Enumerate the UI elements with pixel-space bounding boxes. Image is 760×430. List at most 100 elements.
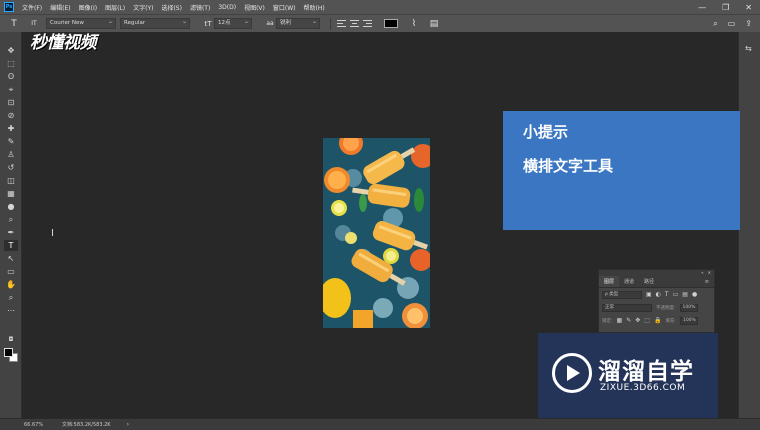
- blend-row: 正常 不透明度: 100%: [599, 301, 714, 314]
- hand-tool-icon[interactable]: ✋: [4, 279, 18, 290]
- hint-body: 横排文字工具: [523, 157, 614, 175]
- status-menu-icon[interactable]: ›: [127, 421, 129, 428]
- tools-panel: ✥ ⬚ ʘ ⌖ ⊡ ⊘ ✚ ✎ ♙ ↺ ◫ ▦ ● ⌕ ✒ T ↖ ▭ ✋ ⌕ …: [0, 32, 22, 430]
- document-info: 文档:583.2K/583.2K: [62, 422, 111, 428]
- type-tool-preset-icon[interactable]: T: [8, 19, 20, 29]
- search-icon[interactable]: ⌕: [713, 19, 717, 29]
- text-color-swatch[interactable]: [384, 19, 398, 28]
- menu-bar: Ps 文件(F) 编辑(E) 图像(I) 图层(L) 文字(Y) 选择(S) 滤…: [0, 0, 760, 14]
- type-tool-icon[interactable]: T: [4, 240, 18, 251]
- move-tool-icon[interactable]: ✥: [4, 45, 18, 56]
- window-controls: — ❐ ✕: [698, 3, 752, 12]
- font-size-select[interactable]: 12点: [214, 17, 252, 29]
- share-icon[interactable]: ⇪: [745, 19, 752, 29]
- restore-icon[interactable]: ❐: [722, 3, 729, 12]
- menu-file[interactable]: 文件(F): [22, 3, 42, 12]
- dodge-tool-icon[interactable]: ⌕: [4, 214, 18, 225]
- history-brush-tool-icon[interactable]: ↺: [4, 162, 18, 173]
- photoshop-logo[interactable]: Ps: [4, 2, 14, 12]
- panel-menu-icon[interactable]: ≡: [700, 276, 714, 287]
- zixue-watermark: 溜溜自学 ZIXUE.3D66.COM: [538, 333, 718, 419]
- filter-toggle-icon[interactable]: ●: [692, 291, 697, 298]
- lasso-tool-icon[interactable]: ʘ: [4, 71, 18, 82]
- menu-3d[interactable]: 3D(D): [218, 4, 236, 11]
- pixel-filter-icon[interactable]: ▣: [646, 291, 652, 298]
- document-image[interactable]: [323, 138, 430, 328]
- antialias-select[interactable]: 锐利: [276, 17, 320, 29]
- workspace-icon[interactable]: ▭: [728, 19, 736, 29]
- menu-filter[interactable]: 滤镜(T): [190, 3, 210, 12]
- layer-filter-select[interactable]: ρ 类型: [602, 290, 642, 299]
- brush-tool-icon[interactable]: ✎: [4, 136, 18, 147]
- options-bar: T IT Courier New Regular tT 12点 aa 锐利 ⌇ …: [0, 14, 760, 32]
- path-select-tool-icon[interactable]: ↖: [4, 253, 18, 264]
- tab-channels[interactable]: 通道: [619, 276, 639, 287]
- lock-artboard-icon[interactable]: ⬚: [644, 317, 650, 324]
- zoom-level[interactable]: 66.67%: [24, 422, 58, 428]
- menu-layer[interactable]: 图层(L): [105, 3, 125, 12]
- divider: [330, 17, 331, 30]
- font-size-icon: tT: [204, 19, 212, 28]
- crop-tool-icon[interactable]: ⊡: [4, 97, 18, 108]
- marquee-tool-icon[interactable]: ⬚: [4, 58, 18, 69]
- expand-panels-icon[interactable]: ⇆: [745, 44, 752, 53]
- warp-text-icon[interactable]: ⌇: [408, 19, 420, 29]
- foreground-color-swatch[interactable]: [4, 348, 13, 357]
- opacity-input[interactable]: 100%: [679, 303, 698, 312]
- shape-tool-icon[interactable]: ▭: [4, 266, 18, 277]
- menu-type[interactable]: 文字(Y): [133, 3, 153, 12]
- adjustment-filter-icon[interactable]: ◐: [656, 291, 661, 298]
- eyedropper-tool-icon[interactable]: ⊘: [4, 110, 18, 121]
- lock-pixels-icon[interactable]: ✎: [626, 317, 631, 324]
- lock-position-icon[interactable]: ✥: [635, 317, 640, 324]
- fill-input[interactable]: 100%: [679, 316, 698, 325]
- layer-filter-row: ρ 类型 ▣ ◐ T ▭ ▤ ●: [599, 288, 714, 301]
- popsicle-photo: [323, 138, 430, 328]
- eraser-tool-icon[interactable]: ◫: [4, 175, 18, 186]
- healing-tool-icon[interactable]: ✚: [4, 123, 18, 134]
- fill-label: 填充:: [665, 318, 676, 324]
- lock-row: 锁定: ▦ ✎ ✥ ⬚ 🔒 填充: 100%: [599, 314, 714, 327]
- gradient-tool-icon[interactable]: ▦: [4, 188, 18, 199]
- menu-image[interactable]: 图像(I): [79, 3, 97, 12]
- close-icon[interactable]: ✕: [745, 3, 752, 12]
- opacity-label: 不透明度:: [656, 305, 676, 311]
- antialias-icon: aa: [266, 20, 274, 27]
- stamp-tool-icon[interactable]: ♙: [4, 149, 18, 160]
- text-orientation-icon[interactable]: IT: [28, 20, 40, 27]
- text-cursor-icon: I: [51, 228, 54, 239]
- menu-edit[interactable]: 编辑(E): [50, 3, 70, 12]
- menu-select[interactable]: 选择(S): [161, 3, 182, 12]
- smart-object-filter-icon[interactable]: ▤: [682, 291, 688, 298]
- blur-tool-icon[interactable]: ●: [4, 201, 18, 212]
- type-filter-icon[interactable]: T: [665, 291, 669, 298]
- menu-view[interactable]: 视图(V): [244, 3, 265, 12]
- shape-filter-icon[interactable]: ▭: [673, 291, 679, 298]
- tab-layers[interactable]: 图层: [599, 276, 620, 287]
- status-bar: 66.67% 文档:583.2K/583.2K ›: [0, 418, 760, 430]
- options-right-icons: ⌕ ▭ ⇪: [713, 19, 752, 29]
- font-style-select[interactable]: Regular: [120, 17, 190, 29]
- right-dock: ⇆: [738, 32, 760, 430]
- watermark-url: ZIXUE.3D66.COM: [600, 383, 686, 393]
- quick-select-tool-icon[interactable]: ⌖: [4, 84, 18, 95]
- brand-logo: 秒懂视频: [30, 33, 97, 53]
- more-tools-icon[interactable]: ⋯: [4, 305, 18, 316]
- align-left-icon[interactable]: [337, 19, 346, 28]
- menu-window[interactable]: 窗口(W): [273, 3, 296, 12]
- lock-all-icon[interactable]: 🔒: [654, 317, 661, 324]
- align-right-icon[interactable]: [363, 19, 372, 28]
- character-panel-icon[interactable]: ▤: [428, 19, 440, 29]
- hint-title: 小提示: [523, 123, 569, 141]
- quick-mask-icon[interactable]: ◘: [4, 334, 18, 345]
- lock-transparency-icon[interactable]: ▦: [617, 317, 623, 324]
- blend-mode-select[interactable]: 正常: [602, 303, 652, 312]
- tab-paths[interactable]: 路径: [639, 276, 659, 287]
- lock-label: 锁定:: [602, 318, 613, 324]
- pen-tool-icon[interactable]: ✒: [4, 227, 18, 238]
- zoom-tool-icon[interactable]: ⌕: [4, 292, 18, 303]
- minimize-icon[interactable]: —: [698, 3, 706, 12]
- layers-panel: « ✕ 图层 通道 路径 ≡ ρ 类型 ▣ ◐ T ▭ ▤ ● 正常 不透明度:…: [598, 269, 715, 333]
- menu-help[interactable]: 帮助(H): [304, 3, 325, 12]
- align-center-icon[interactable]: [350, 19, 359, 28]
